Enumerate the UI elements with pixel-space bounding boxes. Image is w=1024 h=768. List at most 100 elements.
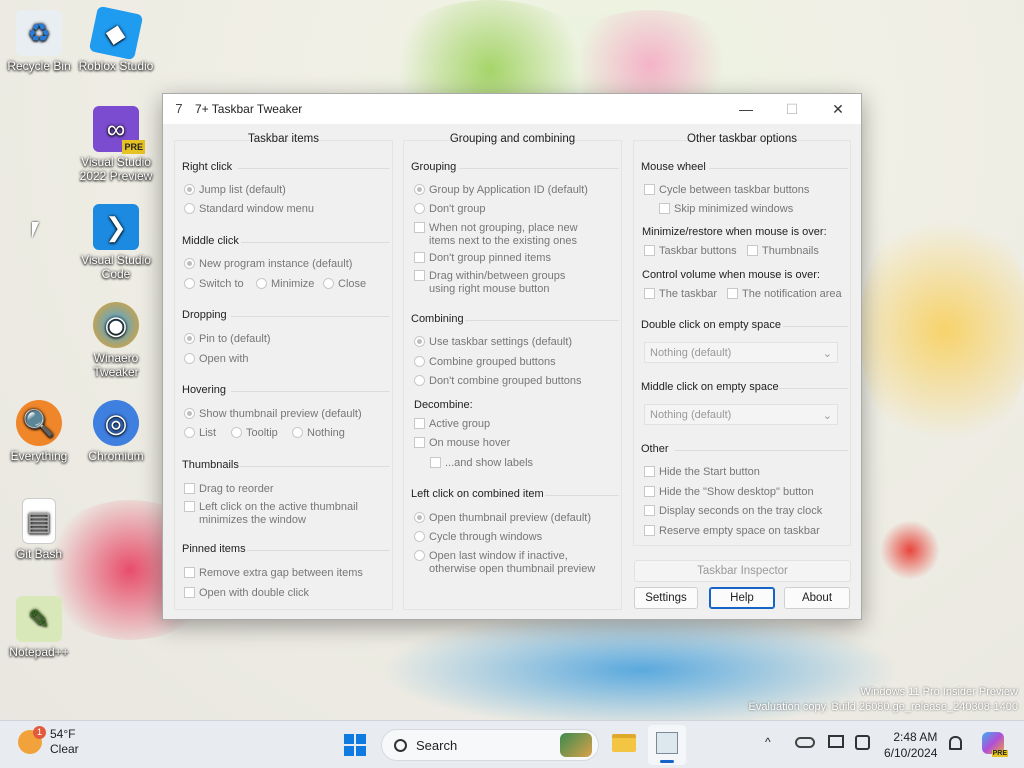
drag-groups-right-mouse-checkbox[interactable]: Drag within/between groups using right mo… — [414, 270, 565, 296]
open-with-radio[interactable]: Open with — [184, 353, 249, 366]
reserve-empty-space-checkbox[interactable]: Reserve empty space on taskbar — [644, 525, 820, 538]
date: 6/10/2024 — [884, 746, 938, 760]
taskbar-inspector-button[interactable]: Taskbar Inspector — [634, 560, 851, 582]
maximize-button[interactable]: ☐ — [769, 94, 815, 124]
double-click-empty-heading: Double click on empty space — [641, 319, 782, 331]
search-box[interactable]: Search — [381, 729, 599, 761]
use-taskbar-settings-radio[interactable]: Use taskbar settings (default) — [414, 336, 572, 349]
network-icon[interactable] — [855, 735, 870, 750]
divider — [240, 466, 390, 467]
left-click-combined-heading: Left click on combined item — [411, 488, 544, 500]
divider — [241, 242, 390, 243]
copilot-button[interactable]: PRE — [982, 732, 1008, 757]
weather-widget[interactable]: 1 54°F Clear — [18, 726, 79, 757]
open-last-window-radio[interactable]: Open last window if inactive, otherwise o… — [414, 550, 595, 576]
remove-extra-gap-checkbox[interactable]: Remove extra gap between items — [184, 567, 363, 580]
active-group-checkbox[interactable]: Active group — [414, 418, 490, 431]
skip-minimized-checkbox[interactable]: Skip minimized windows — [659, 203, 793, 216]
start-button[interactable] — [344, 734, 366, 756]
on-mouse-hover-checkbox[interactable]: On mouse hover — [414, 437, 510, 450]
switch-to-radio[interactable]: Switch to — [184, 278, 244, 291]
minimize-radio[interactable]: Minimize — [256, 278, 314, 291]
display-icon[interactable] — [828, 735, 844, 748]
divider — [675, 450, 848, 451]
group-by-app-id-radio[interactable]: Group by Application ID (default) — [414, 184, 588, 197]
show-labels-checkbox[interactable]: ...and show labels — [430, 457, 533, 470]
desktop-icon-git-bash[interactable]: ▤ Git Bash — [0, 498, 78, 561]
folder-icon — [612, 734, 636, 752]
combine-grouped-radio[interactable]: Combine grouped buttons — [414, 356, 556, 369]
middle-click-action-select[interactable]: Nothing (default) ⌄ — [644, 404, 838, 425]
minimize-button[interactable]: — — [723, 94, 769, 124]
watermark-line1: Windows 11 Pro Insider Preview — [860, 686, 1018, 698]
tooltip-radio[interactable]: Tooltip — [231, 427, 278, 440]
cycle-taskbar-buttons-checkbox[interactable]: Cycle between taskbar buttons — [644, 184, 809, 197]
desktop-icon-label: Everything — [10, 449, 68, 463]
new-program-instance-radio[interactable]: New program instance (default) — [184, 258, 352, 271]
desktop-icon-vscode[interactable]: ❯ Visual Studio Code — [77, 204, 155, 281]
recycle-bin-icon: ♻ — [16, 10, 62, 56]
dont-group-radio[interactable]: Don't group — [414, 203, 486, 216]
weather-condition: Clear — [50, 742, 79, 756]
divider — [779, 388, 848, 389]
active-indicator — [660, 760, 674, 763]
control-volume-label: Control volume when mouse is over: — [642, 269, 820, 281]
wallpaper-bubble — [860, 200, 1024, 460]
close-radio[interactable]: Close — [323, 278, 366, 291]
volume-taskbar-checkbox[interactable]: The taskbar — [644, 288, 717, 301]
pin-to-radio[interactable]: Pin to (default) — [184, 333, 271, 346]
other-options-heading: Other taskbar options — [687, 133, 797, 145]
desktop-icon-visual-studio-preview[interactable]: ∞ PRE Visual Studio 2022 Preview — [77, 106, 155, 183]
search-placeholder: Search — [416, 737, 458, 753]
hide-start-button-checkbox[interactable]: Hide the Start button — [644, 466, 760, 479]
drag-to-reorder-checkbox[interactable]: Drag to reorder — [184, 483, 274, 496]
list-radio[interactable]: List — [184, 427, 216, 440]
settings-button[interactable]: Settings — [634, 587, 698, 609]
open-thumbnail-preview-radio[interactable]: Open thumbnail preview (default) — [414, 512, 591, 525]
file-explorer-button[interactable] — [612, 731, 638, 755]
double-click-action-select[interactable]: Nothing (default) ⌄ — [644, 342, 838, 363]
desktop-icon-notepad-plus-plus[interactable]: ✎ Notepad++ — [0, 596, 78, 659]
dont-combine-grouped-radio[interactable]: Don't combine grouped buttons — [414, 375, 582, 388]
taskbar: 1 54°F Clear Search ^ 2:48 AM 6/10/2024 … — [0, 720, 1024, 768]
hide-show-desktop-checkbox[interactable]: Hide the "Show desktop" button — [644, 486, 814, 499]
nothing-radio[interactable]: Nothing — [292, 427, 345, 440]
combining-heading: Combining — [411, 313, 464, 325]
watermark-line2: Evaluation copy. Build 26080.ge_release_… — [748, 701, 1018, 713]
desktop-icon-roblox-studio[interactable]: ◆ Roblox Studio — [77, 5, 155, 73]
desktop-icon-winaero-tweaker[interactable]: ◉ Winaero Tweaker — [77, 302, 155, 379]
cycle-through-windows-radio[interactable]: Cycle through windows — [414, 531, 542, 544]
desktop-icon-label: Chromium — [88, 449, 144, 463]
middle-click-empty-heading: Middle click on empty space — [641, 381, 779, 393]
grouping-heading: Grouping and combining — [449, 133, 576, 145]
jump-list-radio[interactable]: Jump list (default) — [184, 184, 286, 197]
other-heading: Other — [641, 443, 669, 455]
close-button[interactable]: ✕ — [815, 94, 861, 124]
window-titlebar[interactable]: 7 7+ Taskbar Tweaker — ☐ ✕ — [163, 94, 861, 124]
show-hidden-icons-button[interactable]: ^ — [765, 735, 771, 749]
left-click-minimizes-checkbox[interactable]: Left click on the active thumbnail minimi… — [184, 501, 358, 527]
clock[interactable]: 2:48 AM 6/10/2024 — [884, 729, 937, 761]
chromium-icon: ◎ — [93, 400, 139, 446]
min-thumbnails-checkbox[interactable]: Thumbnails — [747, 245, 819, 258]
open-with-double-click-checkbox[interactable]: Open with double click — [184, 587, 309, 600]
desktop-icon-everything[interactable]: 🔍 Everything — [0, 400, 78, 463]
desktop-icon-recycle-bin[interactable]: ♻ Recycle Bin — [0, 10, 78, 73]
notifications-bell-icon[interactable] — [949, 736, 962, 750]
volume-notification-area-checkbox[interactable]: The notification area — [727, 288, 842, 301]
vscode-icon: ❯ — [93, 204, 139, 250]
place-new-items-checkbox[interactable]: When not grouping, place new items next t… — [414, 222, 578, 248]
about-button[interactable]: About — [784, 587, 850, 609]
desktop-icon-label: Recycle Bin — [7, 59, 71, 73]
onedrive-icon[interactable] — [795, 737, 815, 748]
taskbar-tweaker-app-button[interactable] — [648, 725, 686, 765]
min-taskbar-buttons-checkbox[interactable]: Taskbar buttons — [644, 245, 737, 258]
help-button[interactable]: Help — [709, 587, 775, 609]
desktop-icon-chromium[interactable]: ◎ Chromium — [77, 400, 155, 463]
display-seconds-checkbox[interactable]: Display seconds on the tray clock — [644, 505, 822, 518]
dont-group-pinned-checkbox[interactable]: Don't group pinned items — [414, 252, 551, 265]
desktop-icon-label: Visual Studio 2022 Preview — [79, 155, 153, 183]
standard-window-menu-radio[interactable]: Standard window menu — [184, 203, 314, 216]
show-thumbnail-preview-radio[interactable]: Show thumbnail preview (default) — [184, 408, 362, 421]
middle-click-heading: Middle click — [182, 235, 239, 247]
